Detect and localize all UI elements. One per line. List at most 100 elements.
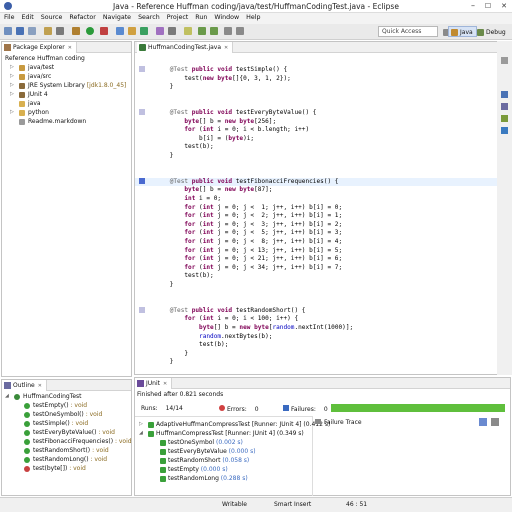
code-line: for (int j = 0; j < 21; j++, i++) b[i] =…	[184, 255, 343, 263]
tab-huffman-coding-test[interactable]: HuffmanCodingTest.java ✕	[137, 42, 234, 53]
override-marker-icon[interactable]	[139, 177, 145, 184]
open-perspective-icon[interactable]	[440, 26, 450, 37]
menu-project[interactable]: Project	[163, 13, 192, 21]
minimize-button[interactable]: –	[466, 1, 480, 11]
perspective-debug[interactable]: Debug	[474, 26, 510, 37]
close-icon[interactable]: ✕	[224, 45, 228, 51]
public-method-icon	[24, 430, 30, 436]
outline-method[interactable]: testSimple() : void	[2, 419, 131, 428]
outline-method[interactable]: testRandomLong() : void	[2, 455, 131, 464]
menu-navigate[interactable]: Navigate	[99, 13, 134, 21]
outline-method[interactable]: testEveryByteValue() : void	[2, 428, 131, 437]
close-icon[interactable]: ✕	[163, 381, 167, 387]
menu-help[interactable]: Help	[242, 13, 263, 21]
close-icon[interactable]: ✕	[68, 45, 72, 51]
package-item[interactable]: Readme.markdown	[2, 117, 131, 126]
test-ok-icon	[160, 449, 166, 455]
file-icon	[19, 119, 25, 125]
outline-view-icon[interactable]	[501, 103, 508, 110]
junit-icon	[137, 380, 144, 387]
build-icon[interactable]	[44, 27, 52, 35]
folder-icon	[19, 101, 25, 107]
test-suite-ok-icon	[148, 431, 154, 437]
test-result-row[interactable]: testRandomLong (0.288 s)	[135, 474, 312, 483]
maximize-button[interactable]: ☐	[481, 1, 495, 11]
package-item[interactable]: java	[2, 99, 131, 108]
tab-outline[interactable]: Outline ✕	[2, 380, 47, 391]
code-line: @Test public void testEveryByteValue() {	[169, 109, 317, 116]
menu-source[interactable]: Source	[37, 13, 66, 21]
test-tree: ▷ AdaptiveHuffmanCompressTest [Runner: JU…	[135, 416, 330, 496]
close-icon[interactable]: ✕	[38, 383, 42, 389]
test-result-row[interactable]: testRandomShort (0.058 s)	[135, 456, 312, 465]
package-item[interactable]: ▷ JUnit 4	[2, 90, 131, 99]
menu-refactor[interactable]: Refactor	[65, 13, 98, 21]
override-marker-icon[interactable]	[139, 109, 145, 115]
project-root[interactable]: Reference Huffman coding	[2, 54, 131, 63]
menu-edit[interactable]: Edit	[18, 13, 37, 21]
compare-icon[interactable]	[491, 418, 499, 426]
terminal-icon[interactable]	[56, 27, 64, 35]
override-marker-icon[interactable]	[139, 306, 145, 313]
javadoc-view-icon[interactable]	[501, 127, 508, 134]
search-icon[interactable]	[168, 27, 176, 35]
new-java-project-icon[interactable]	[116, 27, 124, 35]
previous-annotation-icon[interactable]	[210, 27, 218, 35]
code-line: byte[] b = new byte[random.nextInt(1000)…	[199, 324, 354, 331]
source-folder-icon	[19, 65, 25, 71]
close-button[interactable]: ✕	[497, 1, 511, 11]
code-line: }	[155, 349, 189, 357]
code-area[interactable]: @Test public void testSimple() { test(ne…	[135, 54, 497, 374]
test-result-row[interactable]: testEmpty (0.000 s)	[135, 465, 312, 474]
save-all-icon[interactable]	[28, 27, 36, 35]
title-bar: Java - Reference Huffman coding/java/tes…	[0, 0, 512, 13]
problems-view-icon[interactable]	[501, 115, 508, 122]
outline-class[interactable]: ◢ HuffmanCodingTest	[2, 392, 131, 401]
failures-label: Failures: 0	[283, 405, 328, 413]
next-annotation-icon[interactable]	[198, 27, 206, 35]
package-item[interactable]: ▷ python	[2, 108, 131, 117]
menu-run[interactable]: Run	[191, 13, 210, 21]
run-icon[interactable]	[86, 27, 94, 35]
package-item[interactable]: ▷ java/src	[2, 72, 131, 81]
test-result-row[interactable]: testEveryByteValue (0.000 s)	[135, 447, 312, 456]
task-list-icon[interactable]	[501, 91, 508, 98]
outline-method[interactable]: testFibonacciFrequencies() : void	[2, 437, 132, 446]
maximize-icon[interactable]	[501, 57, 508, 64]
failure-icon	[283, 405, 289, 411]
quick-access-input[interactable]: Quick Access	[378, 26, 438, 37]
java-file-icon	[139, 44, 146, 51]
external-tools-icon[interactable]	[100, 27, 108, 35]
override-marker-icon[interactable]	[139, 66, 145, 72]
menu-file[interactable]: File	[0, 13, 18, 21]
package-item[interactable]: ▷ java/test	[2, 63, 131, 72]
filter-trace-icon[interactable]	[479, 418, 487, 426]
outline-method[interactable]: testOneSymbol() : void	[2, 410, 131, 419]
tab-package-explorer[interactable]: Package Explorer ✕	[2, 42, 77, 53]
new-icon[interactable]	[4, 27, 12, 35]
test-result-row[interactable]: testOneSymbol (0.002 s)	[135, 438, 312, 447]
toggle-mark-icon[interactable]	[184, 27, 192, 35]
junit-progress-bar	[331, 404, 505, 412]
menu-window[interactable]: Window	[210, 13, 242, 21]
code-line: test(new byte[]{0, 3, 1, 2});	[155, 74, 291, 82]
outline-method[interactable]: testEmpty() : void	[2, 401, 131, 410]
save-icon[interactable]	[16, 27, 24, 35]
new-class-icon[interactable]	[140, 27, 148, 35]
package-item[interactable]: ▷ JRE System Library [jdk1.8.0_45]	[2, 81, 131, 90]
code-line: byte[] b = new byte[87];	[184, 186, 273, 194]
test-result-row[interactable]: ▷ AdaptiveHuffmanCompressTest [Runner: JU…	[135, 420, 330, 429]
perspective-java[interactable]: Java	[448, 26, 477, 37]
debug-icon[interactable]	[72, 27, 80, 35]
window-title: Java - Reference Huffman coding/java/tes…	[113, 2, 399, 11]
code-line: for (int j = 0; j < 1; j++, i++) b[i] = …	[184, 203, 343, 211]
forward-icon[interactable]	[236, 27, 244, 35]
test-result-row[interactable]: ◢ HuffmanCompressTest [Runner: JUnit 4] (…	[135, 429, 312, 438]
new-package-icon[interactable]	[128, 27, 136, 35]
outline-method[interactable]: testRandomShort() : void	[2, 446, 131, 455]
open-type-icon[interactable]	[156, 27, 164, 35]
outline-method[interactable]: test(byte[]) : void	[2, 464, 131, 473]
back-icon[interactable]	[224, 27, 232, 35]
tab-junit[interactable]: JUnit ✕	[135, 378, 173, 389]
menu-search[interactable]: Search	[134, 13, 163, 21]
